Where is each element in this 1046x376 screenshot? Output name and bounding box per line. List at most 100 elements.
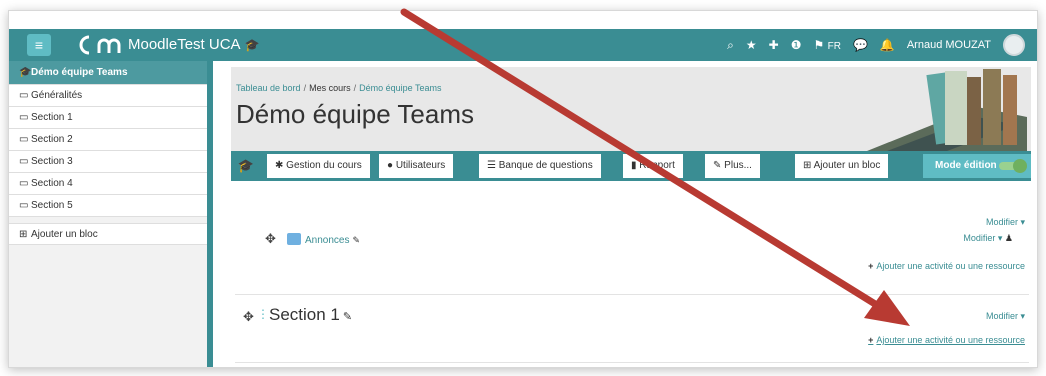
sidebar-item-generalites[interactable]: ▭ Généralités — [9, 85, 207, 107]
graduation-cap-icon: 🎓 — [244, 38, 260, 52]
language-menu[interactable]: ⚑ FR — [813, 38, 840, 52]
sidebar-item-label: Section 3 — [31, 156, 73, 167]
sidebar-item-label: Section 5 — [31, 200, 73, 211]
gear-icon: ✱ — [275, 160, 284, 171]
books-illustration — [867, 69, 1027, 151]
site-name-link[interactable]: MoodleTest UCA 🎓 — [128, 36, 260, 53]
flag-icon: ⚑ — [813, 38, 825, 52]
browser-frame: ≡ MoodleTest UCA 🎓 ⌕ ★ ✚ ❶ ⚑ FR 💬 🔔 Arnau… — [8, 10, 1038, 368]
section-general: ✥ Annonces ✎ Modifier ▾ Modifier ▾ ♟ + Ajo… — [235, 199, 1029, 295]
course-home-button[interactable]: 🎓 — [231, 151, 261, 181]
bell-icon[interactable]: 🔔 — [880, 38, 895, 52]
chat-icon[interactable]: 💬 — [853, 38, 868, 52]
course-nav-label: Banque de questions — [498, 160, 593, 171]
modifier-label: Modifier ▾ — [963, 233, 1003, 243]
add-activity-link[interactable]: + Ajouter une activité ou une ressource — [868, 335, 1025, 345]
folder-icon: ▭ — [19, 134, 29, 145]
hamburger-icon: ≡ — [34, 37, 44, 53]
course-sidebar: 🎓Démo équipe Teams ▭ Généralités ▭ Section… — [9, 61, 213, 367]
pencil-icon[interactable]: ✎ — [352, 235, 360, 245]
hamburger-menu-button[interactable]: ≡ — [27, 34, 51, 56]
site-name: MoodleTest UCA — [128, 36, 241, 53]
plus-icon[interactable]: ✚ — [769, 38, 779, 52]
folder-icon: ▭ — [19, 200, 29, 211]
plus-icon: + — [868, 335, 874, 345]
drag-handle-icon[interactable]: ⋮ — [257, 307, 269, 321]
person-icon[interactable]: ♟ — [1005, 233, 1013, 243]
uca-logo — [79, 35, 121, 55]
breadcrumb-separator: / — [353, 83, 357, 93]
section-title: Section 1 ✎ — [269, 305, 352, 325]
user-name[interactable]: Arnaud MOUZAT — [907, 39, 991, 51]
breadcrumb-separator: / — [303, 83, 307, 93]
move-icon[interactable]: ✥ — [265, 231, 276, 247]
breadcrumb: Tableau de bord / Mes cours / Démo équipe Te… — [236, 83, 442, 93]
add-activity-label: Ajouter une activité ou une ressource — [876, 261, 1025, 271]
edit-mode-toggle[interactable]: Mode édition — [923, 154, 1031, 178]
folder-icon: ▭ — [19, 178, 29, 189]
sidebar-item-label: Ajouter un bloc — [31, 229, 98, 240]
forum-icon — [287, 233, 301, 245]
add-block-button[interactable]: ⊞ Ajouter un bloc — [795, 154, 889, 178]
wrench-icon: ✎ — [713, 160, 722, 171]
breadcrumb-my-courses[interactable]: Mes cours — [309, 83, 351, 93]
sidebar-item-label: Démo équipe Teams — [31, 67, 128, 78]
sidebar-item-section-1[interactable]: ▭ Section 1 — [9, 107, 207, 129]
users-button[interactable]: ● Utilisateurs — [379, 154, 454, 178]
toggle-switch[interactable] — [999, 159, 1027, 173]
course-navbar: 🎓 ✱ Gestion du cours ● Utilisateurs ☰ Ba… — [231, 151, 1031, 181]
announcements-activity[interactable]: Annonces ✎ — [305, 235, 360, 246]
section-1: ✥ ⋮ Section 1 ✎ Modifier ▾ + Ajouter une a… — [235, 295, 1029, 363]
breadcrumb-course[interactable]: Démo équipe Teams — [359, 83, 441, 93]
page-header: Tableau de bord / Mes cours / Démo équipe Te… — [231, 67, 1031, 151]
sidebar-item-course[interactable]: 🎓Démo équipe Teams — [9, 61, 207, 85]
sidebar-item-label: Généralités — [31, 90, 83, 101]
sidebar-add-block[interactable]: ⊞ Ajouter un bloc — [9, 223, 207, 245]
breadcrumb-dashboard[interactable]: Tableau de bord — [236, 83, 301, 93]
add-activity-link[interactable]: + Ajouter une activité ou une ressource — [868, 261, 1025, 271]
bar-chart-icon: ▮ — [631, 160, 637, 171]
folder-icon: ▭ — [19, 156, 29, 167]
list-icon: ☰ — [487, 160, 496, 171]
section-modify-menu[interactable]: Modifier ▾ — [986, 311, 1025, 322]
star-icon[interactable]: ★ — [746, 38, 757, 52]
sidebar-item-label: Section 2 — [31, 134, 73, 145]
sidebar-item-section-4[interactable]: ▭ Section 4 — [9, 173, 207, 195]
pencil-icon[interactable]: ✎ — [343, 311, 352, 323]
navbar-right: ⌕ ★ ✚ ❶ ⚑ FR 💬 🔔 Arnaud MOUZAT — [727, 29, 1025, 61]
course-nav-label: Rapport — [639, 160, 675, 171]
info-icon[interactable]: ❶ — [791, 38, 802, 52]
graduation-cap-icon: 🎓 — [237, 158, 255, 173]
sidebar-item-section-5[interactable]: ▭ Section 5 — [9, 195, 207, 217]
activity-name: Annonces — [305, 235, 350, 246]
folder-icon: ▭ — [19, 112, 29, 123]
move-icon[interactable]: ✥ — [243, 309, 254, 325]
add-block-icon: ⊞ — [19, 229, 28, 240]
search-icon[interactable]: ⌕ — [727, 38, 734, 53]
sidebar-item-section-3[interactable]: ▭ Section 3 — [9, 151, 207, 173]
sidebar-item-section-2[interactable]: ▭ Section 2 — [9, 129, 207, 151]
avatar[interactable] — [1003, 34, 1025, 56]
course-management-button[interactable]: ✱ Gestion du cours — [267, 154, 370, 178]
sidebar-item-label: Section 4 — [31, 178, 73, 189]
course-nav-label: Ajouter un bloc — [813, 160, 881, 171]
section-modify-menu[interactable]: Modifier ▾ — [986, 217, 1025, 228]
add-activity-label: Ajouter une activité ou une ressource — [876, 335, 1025, 345]
question-bank-button[interactable]: ☰ Banque de questions — [479, 154, 601, 178]
page-title: Démo équipe Teams — [236, 99, 474, 129]
course-content: ✥ Annonces ✎ Modifier ▾ Modifier ▾ ♟ + Ajo… — [231, 187, 1031, 367]
section-title-text: Section 1 — [269, 305, 340, 324]
user-icon: ● — [387, 160, 394, 171]
activity-modify-menu[interactable]: Modifier ▾ ♟ — [963, 233, 1013, 244]
report-button[interactable]: ▮ Rapport — [623, 154, 683, 178]
edit-mode-label: Mode édition — [935, 160, 997, 171]
course-nav-label: Gestion du cours — [286, 160, 362, 171]
top-navbar: ≡ MoodleTest UCA 🎓 ⌕ ★ ✚ ❶ ⚑ FR 💬 🔔 Arnau… — [9, 29, 1037, 61]
more-button[interactable]: ✎ Plus... — [705, 154, 760, 178]
plus-icon: + — [868, 261, 874, 271]
language-label: FR — [827, 41, 841, 52]
graduation-cap-icon: 🎓 — [19, 67, 32, 78]
add-block-icon: ⊞ — [803, 160, 812, 171]
course-nav-label: Plus... — [724, 160, 752, 171]
folder-icon: ▭ — [19, 90, 29, 101]
